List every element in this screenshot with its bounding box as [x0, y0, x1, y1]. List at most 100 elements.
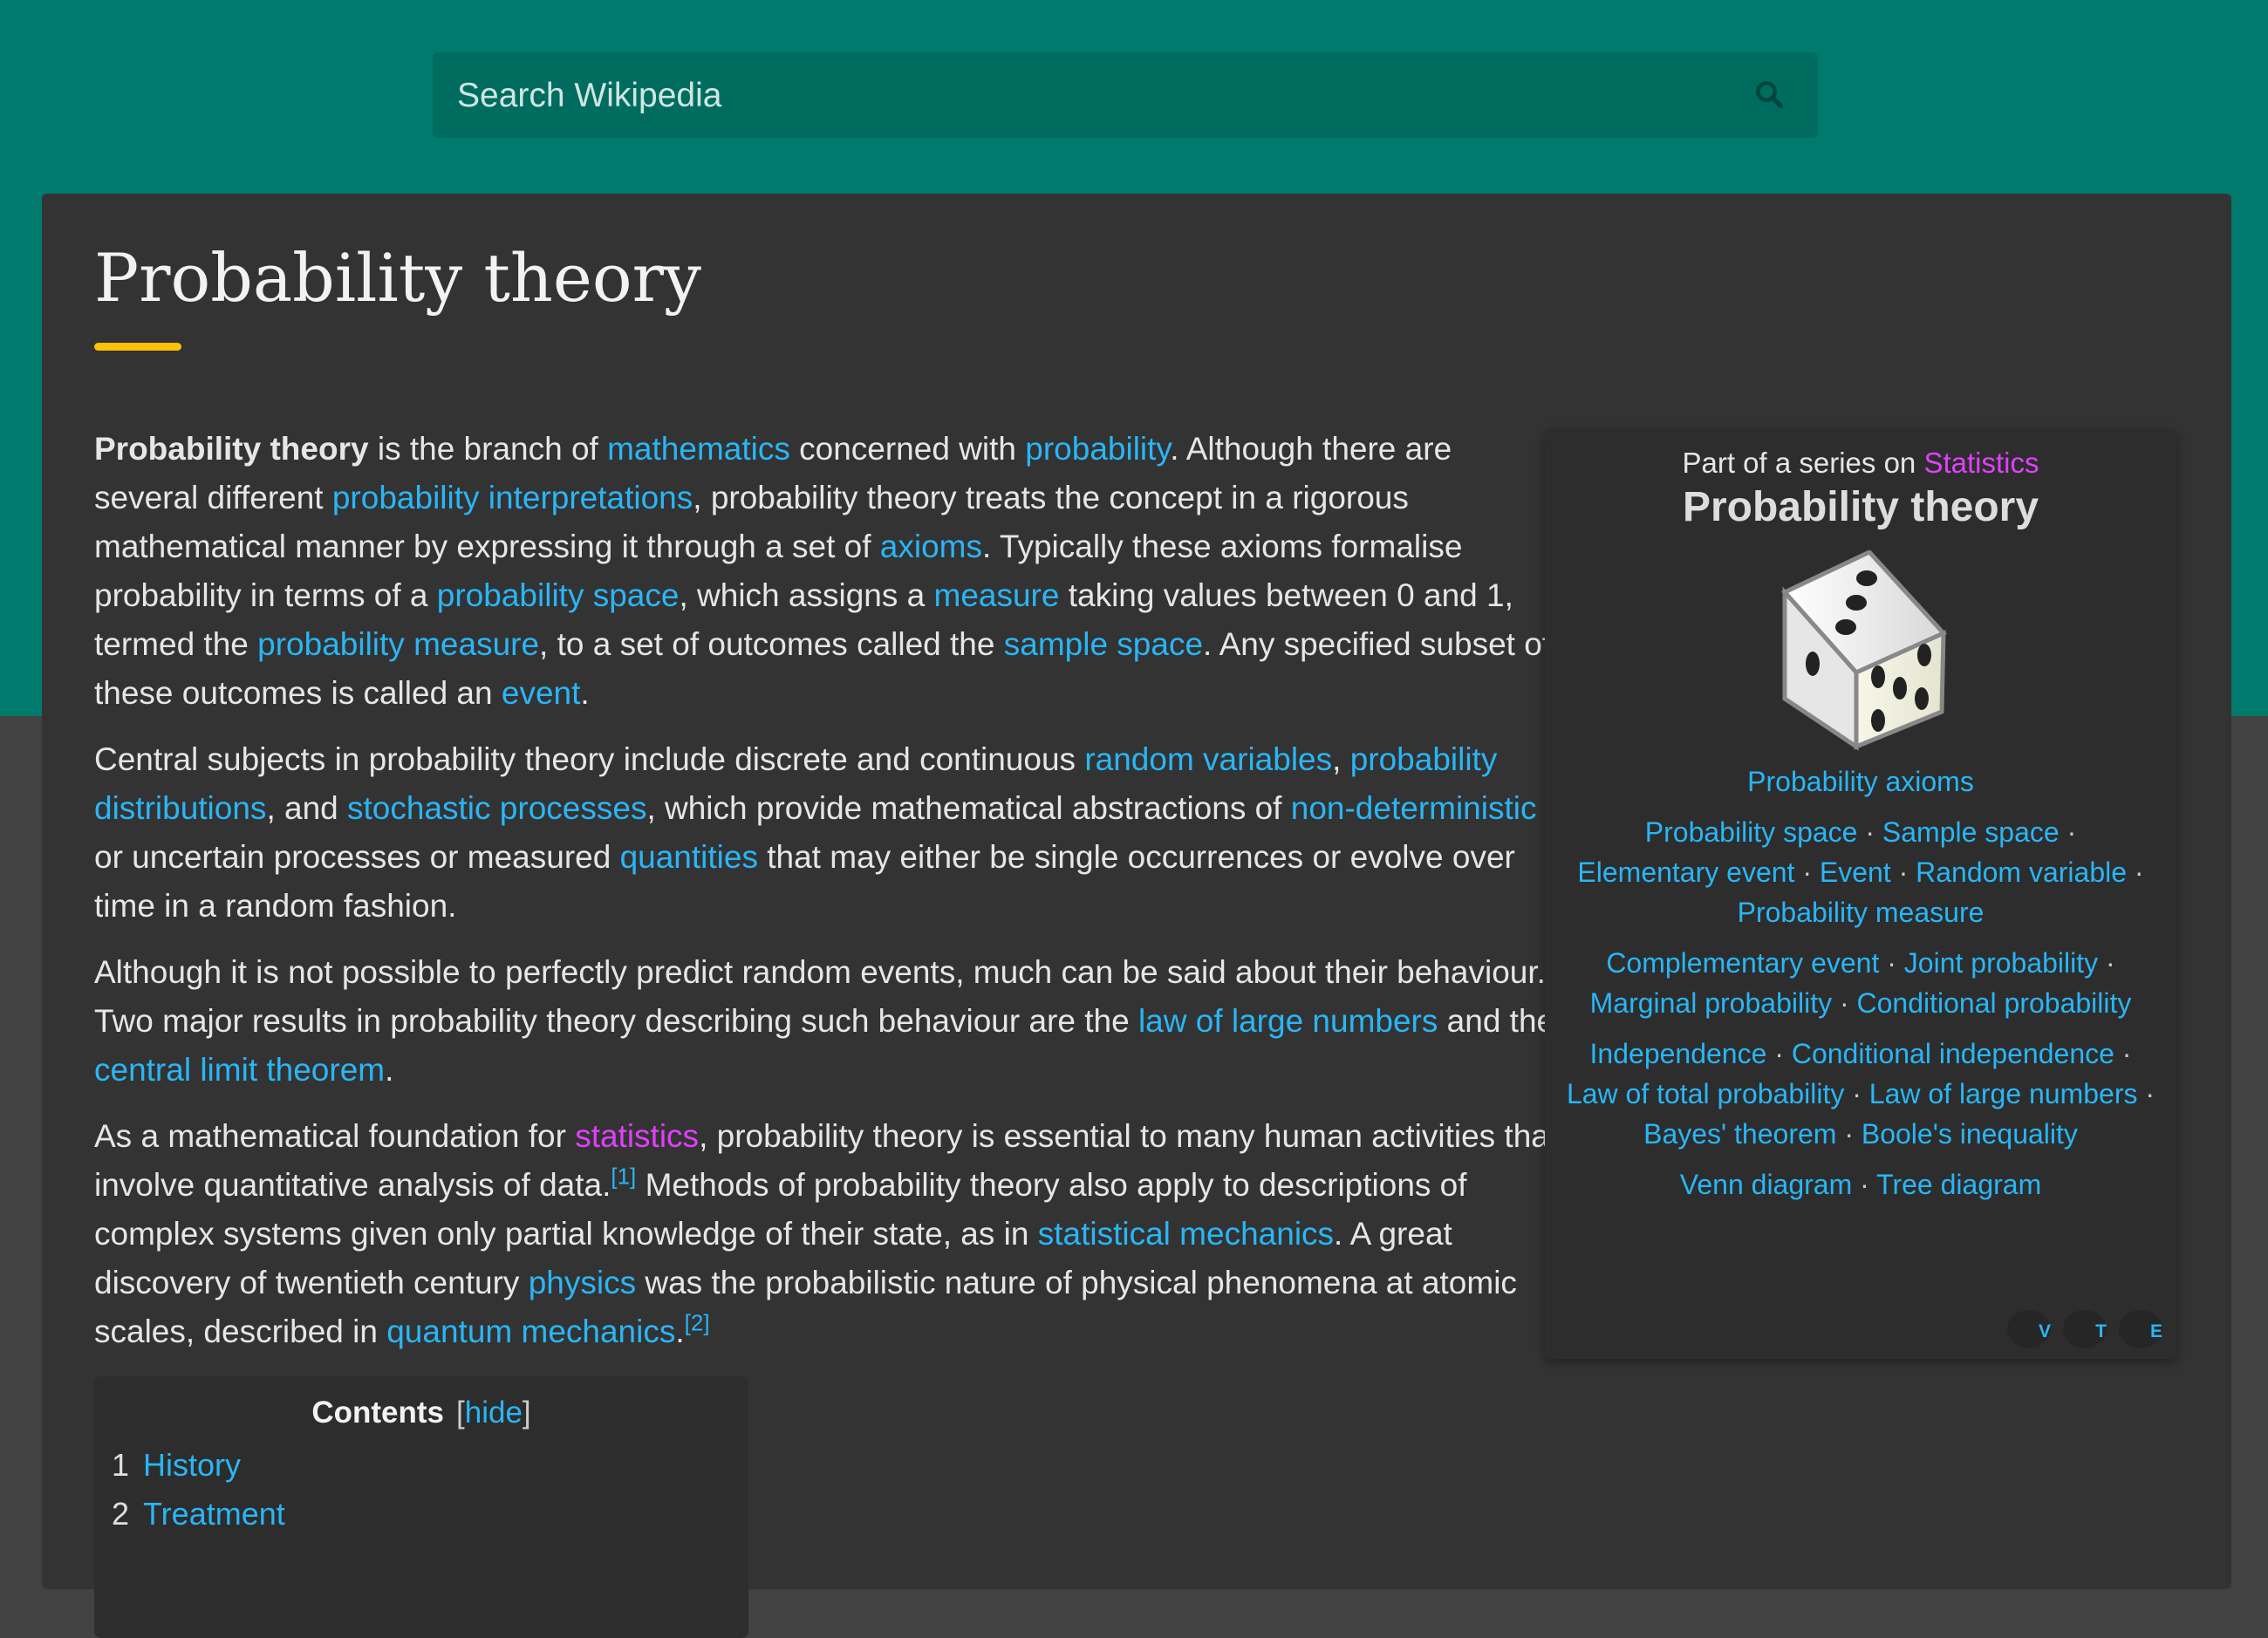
infobox-link[interactable]: Boole's inequality: [1862, 1118, 2078, 1150]
article-link[interactable]: law of large numbers: [1138, 1003, 1438, 1039]
separator-dot: ·: [2114, 1038, 2132, 1069]
search-icon[interactable]: [1753, 78, 1785, 110]
paragraph: As a mathematical foundation for statist…: [94, 1112, 1560, 1356]
vte-link-e[interactable]: E: [2119, 1310, 2162, 1348]
series-prefix: Part of a series on: [1682, 447, 1916, 479]
vte-link-t[interactable]: T: [2063, 1310, 2107, 1348]
citation-link-text[interactable]: [1]: [611, 1164, 636, 1190]
infobox-group: Complementary event · Joint probability …: [1557, 943, 2164, 1023]
infobox-link[interactable]: Probability space: [1645, 816, 1858, 848]
search-input[interactable]: [455, 52, 1732, 140]
text: , which provide mathematical abstraction…: [646, 790, 1291, 826]
search-bar[interactable]: [433, 52, 1818, 140]
separator-dot: ·: [1879, 947, 1904, 979]
infobox-link[interactable]: Elementary event: [1577, 857, 1794, 888]
infobox-group: Venn diagram · Tree diagram: [1557, 1164, 2164, 1205]
article-link[interactable]: random variables: [1084, 741, 1332, 777]
infobox: Part of a series on Statistics Probabili…: [1545, 429, 2176, 1359]
dice-icon: [1780, 550, 1948, 751]
text: , and: [266, 790, 348, 826]
separator-dot: ·: [2098, 947, 2115, 979]
article-link[interactable]: probability interpretations: [332, 480, 693, 515]
infobox-link[interactable]: Sample space: [1882, 816, 2060, 848]
infobox-link[interactable]: Law of total probability: [1567, 1078, 1844, 1109]
separator-dot: ·: [2059, 816, 2077, 848]
infobox-link[interactable]: Marginal probability: [1590, 987, 1832, 1019]
separator-dot: ·: [1832, 987, 1857, 1019]
infobox-link[interactable]: Conditional probability: [1857, 987, 2132, 1019]
infobox-link[interactable]: Tree diagram: [1876, 1169, 2041, 1200]
infobox-link[interactable]: Venn diagram: [1680, 1169, 1852, 1200]
infobox-link[interactable]: Probability measure: [1738, 897, 1984, 928]
infobox-group: Independence · Conditional independence …: [1557, 1034, 2164, 1154]
text: is the branch of: [368, 431, 608, 467]
article-link[interactable]: probability: [1025, 431, 1170, 467]
separator-dot: ·: [1844, 1078, 1869, 1109]
article-link[interactable]: statistics: [575, 1118, 699, 1154]
bold-term: Probability theory: [94, 431, 369, 467]
separator-dot: ·: [1766, 1038, 1792, 1069]
article-card: Probability theory Probability theory is…: [42, 194, 2231, 1638]
citation-link[interactable]: [2]: [685, 1310, 710, 1336]
article-link[interactable]: probability space: [437, 577, 680, 613]
infobox-link[interactable]: Random variable: [1916, 857, 2127, 888]
article-link[interactable]: statistical mechanics: [1038, 1216, 1334, 1252]
article-link[interactable]: probability measure: [257, 626, 539, 662]
article-link[interactable]: central limit theorem: [94, 1052, 385, 1088]
citation-link-text[interactable]: [2]: [685, 1310, 710, 1336]
infobox-link[interactable]: Joint probability: [1904, 947, 2098, 979]
separator-dot: ·: [1794, 857, 1820, 888]
statistics-link[interactable]: Statistics: [1923, 447, 2039, 479]
text: .: [675, 1314, 685, 1349]
text: .: [385, 1052, 394, 1088]
article-link[interactable]: quantum mechanics: [386, 1314, 675, 1349]
infobox-group: Probability space · Sample space · Eleme…: [1557, 812, 2164, 932]
separator-dot: ·: [2127, 857, 2144, 888]
toc-item[interactable]: 2 Treatment: [112, 1490, 748, 1539]
toc-link[interactable]: Treatment: [143, 1496, 285, 1532]
separator-dot: ·: [1852, 1169, 1877, 1200]
article-link[interactable]: physics: [529, 1265, 636, 1300]
article-link[interactable]: mathematics: [607, 431, 790, 467]
infobox-link[interactable]: Independence: [1590, 1038, 1767, 1069]
paragraph: Probability theory is the branch of math…: [94, 425, 1560, 718]
infobox-link[interactable]: Event: [1820, 857, 1891, 888]
article-link[interactable]: event: [502, 675, 581, 711]
infobox-link[interactable]: Bayes' theorem: [1643, 1118, 1836, 1150]
article-link[interactable]: non-deterministic: [1291, 790, 1537, 826]
separator-dot: ·: [1836, 1118, 1862, 1150]
infobox-series: Part of a series on Statistics: [1545, 447, 2176, 480]
article-link[interactable]: axioms: [880, 529, 982, 564]
text: , which assigns a: [679, 577, 934, 613]
article-link[interactable]: stochastic processes: [347, 790, 646, 826]
page-title: Probability theory: [94, 239, 701, 317]
infobox-link[interactable]: Law of large numbers: [1869, 1078, 2138, 1109]
vte-link-v[interactable]: V: [2007, 1310, 2051, 1348]
table-of-contents: Contents [hide] 1 History 2 Treatment: [94, 1376, 748, 1638]
infobox-link[interactable]: Probability axioms: [1747, 766, 1974, 797]
infobox-links: Probability axioms Probability space · Sa…: [1545, 761, 2176, 1205]
separator-dot: ·: [2137, 1078, 2155, 1109]
article-link[interactable]: sample space: [1004, 626, 1203, 662]
toc-hide-toggle[interactable]: hide: [465, 1396, 523, 1430]
toc-title: Contents: [311, 1396, 444, 1430]
text: and the: [1438, 1003, 1555, 1039]
toc-link[interactable]: History: [143, 1447, 241, 1483]
toc-header: Contents [hide]: [311, 1396, 531, 1430]
paragraph: Central subjects in probability theory i…: [94, 735, 1560, 931]
text: concerned with: [789, 431, 1026, 467]
article-body: Probability theory is the branch of math…: [94, 425, 1560, 1374]
text: Central subjects in probability theory i…: [94, 741, 1085, 777]
text: ,: [1332, 741, 1350, 777]
infobox-link[interactable]: Conditional independence: [1792, 1038, 2114, 1069]
text: or uncertain processes or measured: [94, 839, 620, 875]
citation-link[interactable]: [1]: [611, 1164, 636, 1190]
title-underline: [94, 343, 181, 351]
infobox-group: Probability axioms: [1557, 761, 2164, 802]
separator-dot: ·: [1857, 816, 1882, 848]
infobox-link[interactable]: Complementary event: [1606, 947, 1879, 979]
article-link[interactable]: quantities: [620, 839, 758, 875]
toc-item[interactable]: 1 History: [112, 1441, 748, 1490]
text: .: [580, 675, 590, 711]
article-link[interactable]: measure: [934, 577, 1060, 613]
